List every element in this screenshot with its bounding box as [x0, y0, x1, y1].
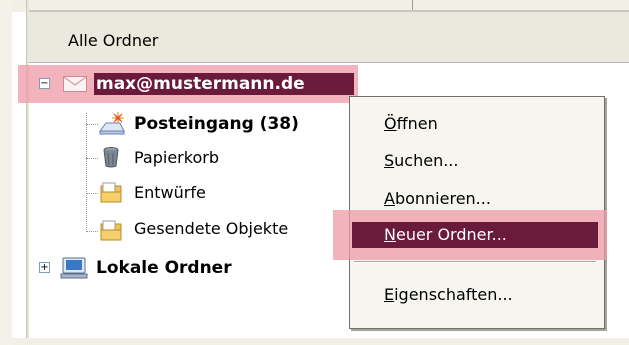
folder-pane-title: Alle Ordner: [68, 31, 159, 50]
folder-icon: [100, 182, 122, 204]
folder-icon: [100, 220, 122, 242]
computer-icon: [60, 256, 88, 280]
tree-connector: [86, 113, 87, 232]
menu-separator: [354, 261, 596, 263]
account-label[interactable]: max@mustermann.de: [96, 73, 305, 95]
menu-item-open[interactable]: Öffnen: [384, 113, 438, 135]
trash-icon: [102, 146, 120, 168]
menu-item-subscribe[interactable]: Abonnieren...: [384, 188, 491, 210]
folder-sent[interactable]: Gesendete Objekte: [134, 218, 288, 240]
tree-connector: [86, 158, 98, 159]
menu-item-new-folder[interactable]: Neuer Ordner...: [384, 224, 507, 246]
envelope-icon: [63, 76, 87, 92]
tree-connector: [86, 193, 98, 194]
tree-connector: [86, 231, 98, 232]
collapse-icon[interactable]: −: [39, 78, 50, 89]
folder-drafts[interactable]: Entwürfe: [134, 182, 206, 204]
inbox-icon: [98, 111, 126, 135]
column-divider[interactable]: [412, 0, 413, 10]
tree-connector: [86, 124, 98, 125]
expand-icon[interactable]: +: [39, 262, 50, 273]
folder-trash[interactable]: Papierkorb: [134, 147, 219, 169]
left-edge: [0, 0, 12, 345]
menu-item-properties[interactable]: Eigenschaften...: [384, 284, 513, 306]
menu-item-search[interactable]: Suchen...: [384, 150, 458, 172]
folder-inbox[interactable]: Posteingang (38): [134, 113, 299, 135]
local-folders[interactable]: Lokale Ordner: [96, 257, 232, 279]
panel-bottom: [12, 338, 629, 345]
